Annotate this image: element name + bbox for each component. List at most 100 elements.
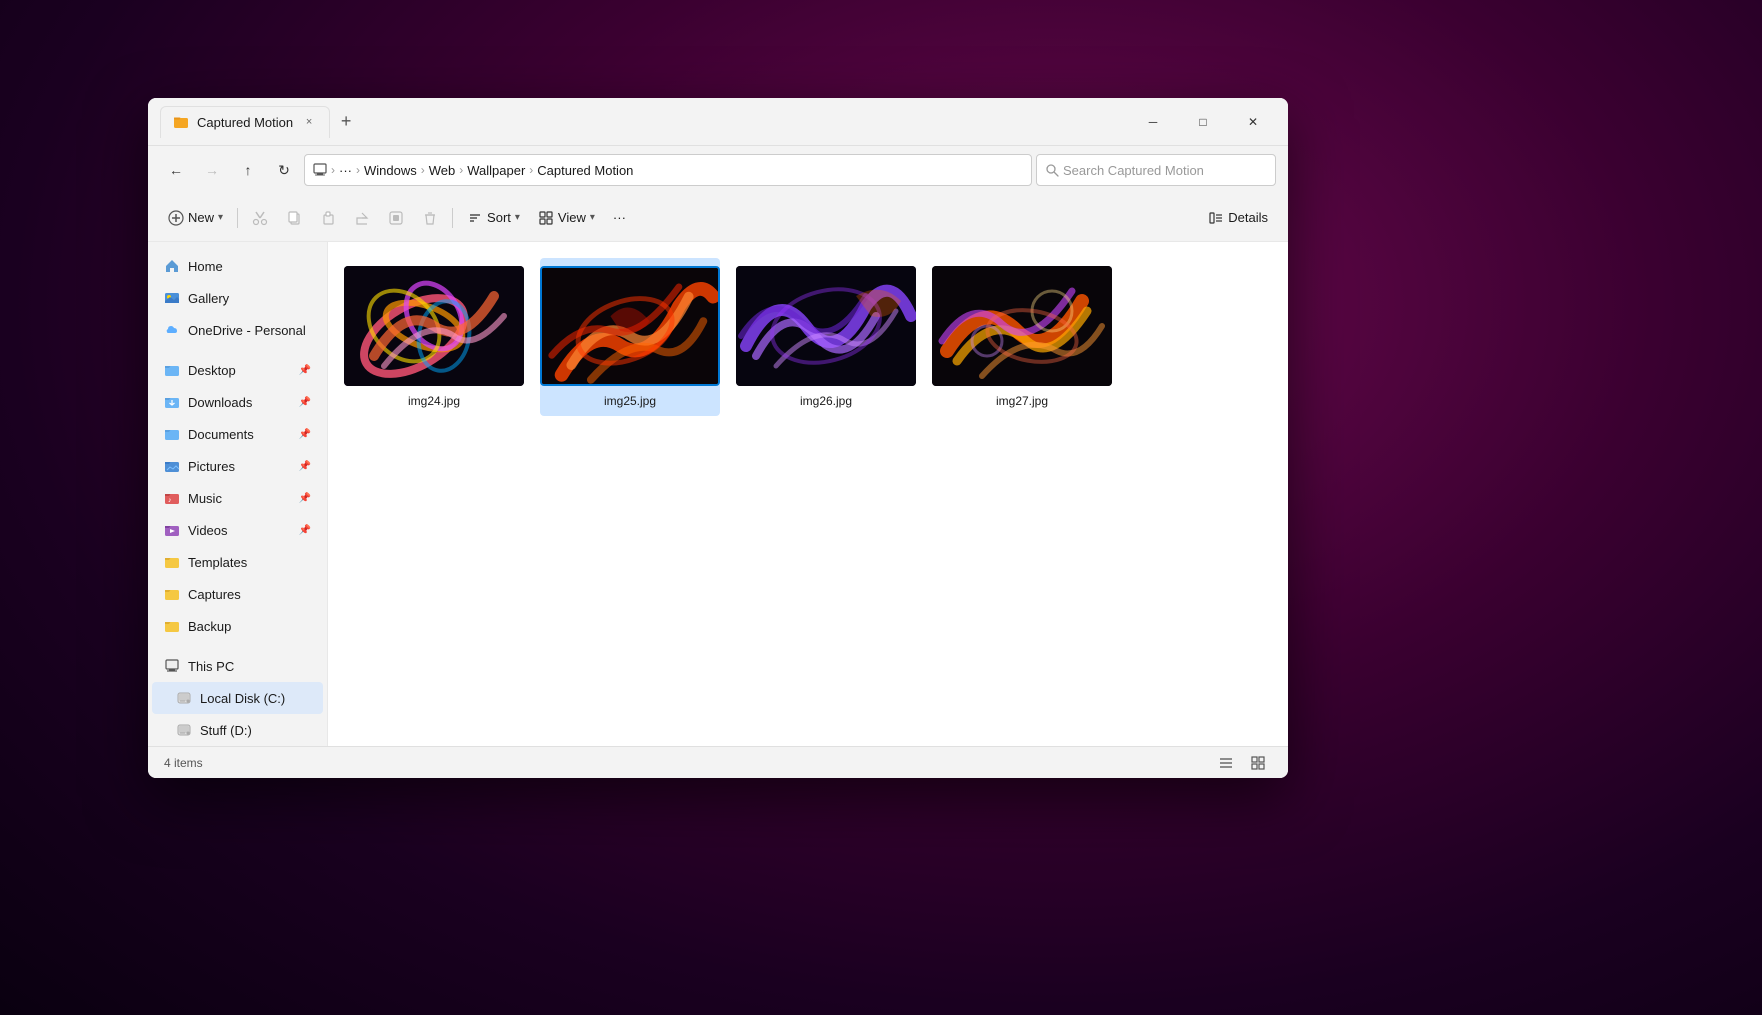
breadcrumb-captured-motion[interactable]: Captured Motion bbox=[537, 163, 633, 178]
pin-icon-videos: 📌 bbox=[299, 525, 311, 536]
pictures-folder-icon bbox=[164, 458, 180, 474]
grid-view-button[interactable] bbox=[1244, 751, 1272, 775]
file-name-img27: img27.jpg bbox=[996, 394, 1048, 408]
status-bar: 4 items bbox=[148, 746, 1288, 778]
documents-folder-icon bbox=[164, 426, 180, 442]
address-sep-3: › bbox=[421, 163, 425, 177]
search-placeholder: Search Captured Motion bbox=[1063, 163, 1204, 178]
sidebar-item-stuff-d[interactable]: Stuff (D:) bbox=[152, 714, 323, 746]
new-icon bbox=[168, 210, 184, 226]
sidebar-item-templates[interactable]: Templates bbox=[152, 546, 323, 578]
sidebar-item-pictures[interactable]: Pictures 📌 bbox=[152, 450, 323, 482]
file-thumb-img25 bbox=[540, 266, 720, 386]
sidebar-item-backup[interactable]: Backup bbox=[152, 610, 323, 642]
sidebar: Home Gallery OneDrive - bbox=[148, 242, 328, 746]
rename-icon bbox=[388, 210, 404, 226]
maximize-button[interactable]: □ bbox=[1180, 106, 1226, 138]
file-item-img26[interactable]: img26.jpg bbox=[736, 258, 916, 416]
file-thumb-img24 bbox=[344, 266, 524, 386]
sidebar-item-gallery[interactable]: Gallery bbox=[152, 282, 323, 314]
sidebar-item-home[interactable]: Home bbox=[152, 250, 323, 282]
file-grid: img24.jpg img bbox=[328, 242, 1288, 746]
sidebar-item-documents[interactable]: Documents 📌 bbox=[152, 418, 323, 450]
copy-icon bbox=[286, 210, 302, 226]
list-view-button[interactable] bbox=[1212, 751, 1240, 775]
paste-button[interactable] bbox=[312, 202, 344, 234]
file-thumb-img26 bbox=[736, 266, 916, 386]
sidebar-item-downloads[interactable]: Downloads 📌 bbox=[152, 386, 323, 418]
captures-folder-icon bbox=[164, 586, 180, 602]
pin-icon-documents: 📌 bbox=[299, 429, 311, 440]
nav-bar: ← → ↑ ↻ › ··· › Windows › Web › Wallpape… bbox=[148, 146, 1288, 194]
search-box[interactable]: Search Captured Motion bbox=[1036, 154, 1276, 186]
sidebar-item-onedrive[interactable]: OneDrive - Personal bbox=[152, 314, 323, 346]
computer-icon bbox=[164, 658, 180, 674]
pc-icon bbox=[313, 163, 327, 177]
rename-button[interactable] bbox=[380, 202, 412, 234]
pin-icon-downloads: 📌 bbox=[299, 397, 311, 408]
close-button[interactable]: ✕ bbox=[1230, 106, 1276, 138]
music-folder-icon: ♪ bbox=[164, 490, 180, 506]
tab-close-button[interactable]: × bbox=[301, 114, 317, 130]
more-button[interactable]: ··· bbox=[605, 202, 634, 234]
pin-icon-pictures: 📌 bbox=[299, 461, 311, 472]
active-tab[interactable]: Captured Motion × bbox=[160, 106, 330, 138]
refresh-button[interactable]: ↻ bbox=[268, 154, 300, 186]
file-item-img27[interactable]: img27.jpg bbox=[932, 258, 1112, 416]
share-icon bbox=[354, 210, 370, 226]
explorer-window: Captured Motion × + ─ □ ✕ ← → ↑ ↻ › ··· … bbox=[148, 98, 1288, 778]
sidebar-item-local-disk-c[interactable]: Local Disk (C:) bbox=[152, 682, 323, 714]
delete-icon bbox=[422, 210, 438, 226]
minimize-button[interactable]: ─ bbox=[1130, 106, 1176, 138]
breadcrumb-dots[interactable]: ··· bbox=[339, 163, 352, 178]
sidebar-gap-2 bbox=[148, 642, 327, 650]
new-tab-button[interactable]: + bbox=[330, 106, 362, 138]
toolbar-sep-1 bbox=[237, 208, 238, 228]
sidebar-item-desktop[interactable]: Desktop 📌 bbox=[152, 354, 323, 386]
downloads-folder-icon bbox=[164, 394, 180, 410]
sidebar-item-captures[interactable]: Captures bbox=[152, 578, 323, 610]
disk-c-icon bbox=[176, 690, 192, 706]
address-bar[interactable]: › ··· › Windows › Web › Wallpaper › Capt… bbox=[304, 154, 1032, 186]
copy-button[interactable] bbox=[278, 202, 310, 234]
delete-button[interactable] bbox=[414, 202, 446, 234]
pin-icon-music: 📌 bbox=[299, 493, 311, 504]
address-sep-2: › bbox=[356, 163, 360, 177]
address-sep-4: › bbox=[459, 163, 463, 177]
home-icon bbox=[164, 258, 180, 274]
sort-icon bbox=[467, 210, 483, 226]
sidebar-gap-1 bbox=[148, 346, 327, 354]
cut-button[interactable] bbox=[244, 202, 276, 234]
videos-folder-icon bbox=[164, 522, 180, 538]
file-item-img25[interactable]: img25.jpg bbox=[540, 258, 720, 416]
sort-button[interactable]: Sort ▾ bbox=[459, 202, 528, 234]
svg-text:♪: ♪ bbox=[168, 497, 172, 504]
backup-folder-icon bbox=[164, 618, 180, 634]
search-icon bbox=[1045, 163, 1059, 177]
address-sep-5: › bbox=[529, 163, 533, 177]
file-item-img24[interactable]: img24.jpg bbox=[344, 258, 524, 416]
back-button[interactable]: ← bbox=[160, 154, 192, 186]
breadcrumb-wallpaper[interactable]: Wallpaper bbox=[467, 163, 525, 178]
window-controls: ─ □ ✕ bbox=[1130, 106, 1276, 138]
details-button[interactable]: Details bbox=[1200, 202, 1276, 234]
main-content: Home Gallery OneDrive - bbox=[148, 242, 1288, 746]
up-button[interactable]: ↑ bbox=[232, 154, 264, 186]
disk-d-icon bbox=[176, 722, 192, 738]
sidebar-item-this-pc[interactable]: This PC bbox=[152, 650, 323, 682]
sidebar-item-music[interactable]: ♪ Music 📌 bbox=[152, 482, 323, 514]
title-bar: Captured Motion × + ─ □ ✕ bbox=[148, 98, 1288, 146]
templates-folder-icon bbox=[164, 554, 180, 570]
item-count: 4 items bbox=[164, 756, 203, 770]
forward-button[interactable]: → bbox=[196, 154, 228, 186]
breadcrumb-web[interactable]: Web bbox=[429, 163, 456, 178]
toolbar: New ▾ bbox=[148, 194, 1288, 242]
address-sep-1: › bbox=[331, 163, 335, 177]
sidebar-item-videos[interactable]: Videos 📌 bbox=[152, 514, 323, 546]
view-button[interactable]: View ▾ bbox=[530, 202, 603, 234]
pin-icon-desktop: 📌 bbox=[299, 365, 311, 376]
file-name-img26: img26.jpg bbox=[800, 394, 852, 408]
share-button[interactable] bbox=[346, 202, 378, 234]
new-button[interactable]: New ▾ bbox=[160, 202, 231, 234]
breadcrumb-windows[interactable]: Windows bbox=[364, 163, 417, 178]
